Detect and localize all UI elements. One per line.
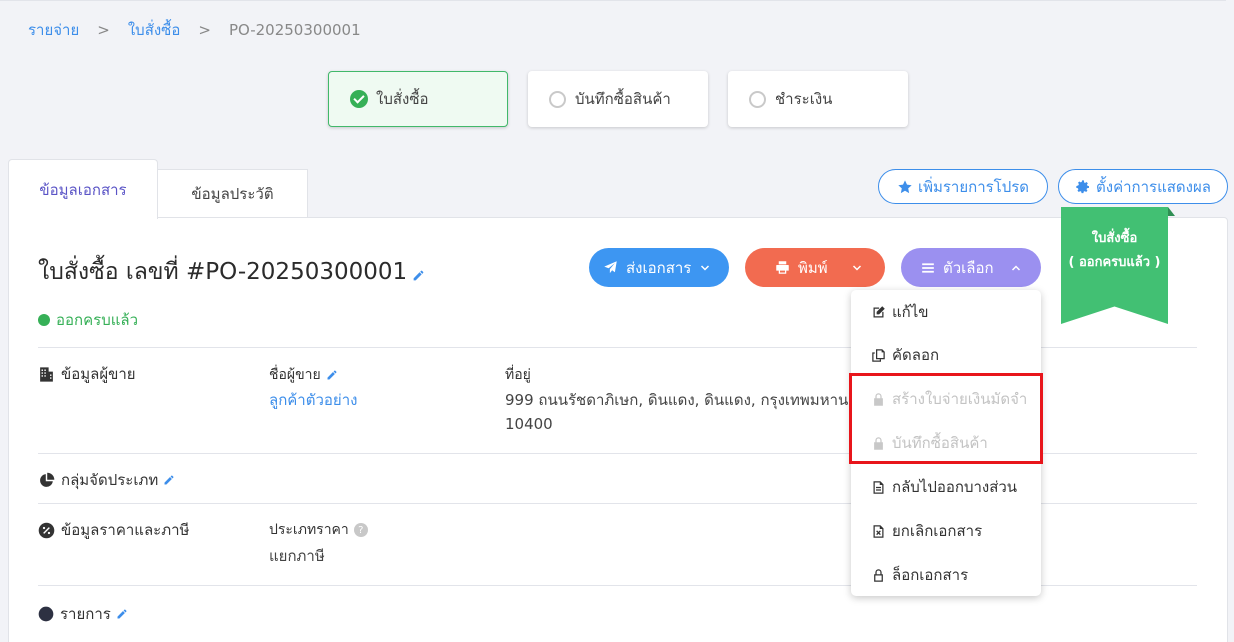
step-purchase-order[interactable]: ใบสั่งซื้อ <box>328 71 508 127</box>
status-dot-icon <box>38 314 50 326</box>
menu-item-lock-document[interactable]: ล็อกเอกสาร <box>871 563 968 587</box>
display-settings-label: ตั้งค่าการแสดงผล <box>1096 177 1211 196</box>
empty-circle-icon <box>549 90 566 108</box>
tab-document-info[interactable]: ข้อมูลเอกสาร <box>8 159 158 219</box>
send-document-button[interactable]: ส่งเอกสาร <box>589 248 729 287</box>
vendor-section-title: ข้อมูลผู้ขาย <box>38 362 136 386</box>
cancel-document-icon <box>873 524 884 538</box>
status-label: ออกครบแล้ว <box>56 311 138 329</box>
breadcrumb-purchase-orders[interactable]: ใบสั่งซื้อ <box>128 18 181 42</box>
items-section-title: รายการ <box>38 602 134 626</box>
breadcrumb-expenses[interactable]: รายจ่าย <box>28 18 79 42</box>
print-button[interactable]: พิมพ์ <box>745 248 885 287</box>
menu-item-label: คัดลอก <box>892 346 940 364</box>
pencil-icon[interactable] <box>116 608 128 620</box>
add-favorite-label: เพิ่มรายการโปรด <box>917 177 1030 196</box>
send-label: ส่งเอกสาร <box>626 258 692 277</box>
step-payment[interactable]: ชำระเงิน <box>728 71 908 127</box>
menu-item-label: แก้ไข <box>892 303 929 321</box>
ribbon-fold <box>1168 207 1175 216</box>
empty-circle-icon <box>749 90 766 108</box>
chevron-down-icon[interactable] <box>851 262 863 274</box>
check-circle-icon <box>350 90 368 108</box>
copy-icon <box>872 348 885 362</box>
circle-icon <box>38 606 54 622</box>
step-record-purchase[interactable]: บันทึกซื้อสินค้า <box>528 71 708 127</box>
chevron-down-icon <box>701 264 710 271</box>
price-type-value: แยกภาษี <box>269 547 325 565</box>
display-settings-button[interactable]: ตั้งค่าการแสดงผล <box>1058 169 1228 204</box>
menu-lines-icon <box>922 262 934 273</box>
menu-item-cancel-document[interactable]: ยกเลิกเอกสาร <box>871 519 982 543</box>
menu-item-copy[interactable]: คัดลอก <box>871 343 939 367</box>
options-button[interactable]: ตัวเลือก <box>901 248 1041 287</box>
menu-item-edit[interactable]: แก้ไข <box>871 300 929 324</box>
breadcrumb-separator: > <box>198 21 211 39</box>
percent-badge-icon <box>38 522 55 538</box>
pie-chart-icon <box>40 472 55 487</box>
add-favorite-button[interactable]: เพิ่มรายการโปรด <box>878 169 1048 204</box>
address-label: ที่อยู่ <box>505 367 531 383</box>
menu-item-revert-partial[interactable]: กลับไปออกบางส่วน <box>871 475 1017 499</box>
vendor-name-link[interactable]: ลูกค้าตัวอย่าง <box>269 388 357 412</box>
ribbon-title: ใบสั่งซื้อ <box>1091 231 1138 246</box>
highlight-box <box>849 373 1043 464</box>
building-icon <box>40 366 53 382</box>
print-label: พิมพ์ <box>798 258 828 277</box>
step-label: ชำระเงิน <box>775 90 833 108</box>
price-type-label-row: ประเภทราคา ? <box>269 519 368 541</box>
step-label: บันทึกซื้อสินค้า <box>575 90 671 108</box>
category-section-label: กลุ่มจัดประเภท <box>61 471 159 489</box>
options-label: ตัวเลือก <box>943 258 994 277</box>
paper-plane-icon <box>604 261 617 274</box>
address-line: 999 ถนนรัชดาภิเษก, ดินแดง, ดินแดง, กรุงเ… <box>505 391 867 409</box>
pencil-icon[interactable] <box>163 474 175 486</box>
breadcrumb-separator: > <box>97 21 110 39</box>
pricing-section-title: ข้อมูลราคาและภาษี <box>38 518 189 542</box>
ribbon-status: ( ออกครบแล้ว ) <box>1068 255 1161 270</box>
pricing-section-label: ข้อมูลราคาและภาษี <box>61 521 190 539</box>
status-badge: ออกครบแล้ว <box>38 308 138 332</box>
vendor-name-label: ชื่อผู้ขาย <box>269 367 321 383</box>
tab-history[interactable]: ข้อมูลประวัติ <box>157 169 308 218</box>
step-label: ใบสั่งซื้อ <box>376 90 429 108</box>
chevron-up-icon <box>1011 264 1020 271</box>
breadcrumb: รายจ่าย > ใบสั่งซื้อ > PO-20250300001 <box>28 18 361 42</box>
top-border <box>0 0 1226 1</box>
vendor-section-label: ข้อมูลผู้ขาย <box>61 365 136 383</box>
page-title: ใบสั่งซื้อ เลขที่ #PO-20250300001 <box>38 254 425 290</box>
address-line: 10400 <box>505 415 553 433</box>
pencil-icon[interactable] <box>412 269 425 282</box>
padlock-icon <box>874 568 883 582</box>
gear-icon <box>1076 179 1090 193</box>
printer-icon <box>776 261 789 274</box>
pencil-icon[interactable] <box>326 369 338 381</box>
menu-item-label: ยกเลิกเอกสาร <box>892 522 983 540</box>
items-section-label: รายการ <box>60 605 111 623</box>
document-icon <box>873 480 884 494</box>
edit-icon <box>873 305 885 317</box>
category-section-title: กลุ่มจัดประเภท <box>38 468 181 492</box>
star-icon <box>898 179 912 193</box>
menu-item-label: กลับไปออกบางส่วน <box>892 478 1018 496</box>
price-type-label: ประเภทราคา <box>269 522 349 538</box>
address-value: 999 ถนนรัชดาภิเษก, ดินแดง, ดินแดง, กรุงเ… <box>505 388 866 436</box>
document-title: ใบสั่งซื้อ เลขที่ #PO-20250300001 <box>38 259 408 285</box>
help-icon[interactable]: ? <box>353 523 368 537</box>
breadcrumb-current: PO-20250300001 <box>228 21 361 39</box>
menu-item-label: ล็อกเอกสาร <box>892 566 969 584</box>
vendor-name-label-row: ชื่อผู้ขาย <box>269 364 338 386</box>
